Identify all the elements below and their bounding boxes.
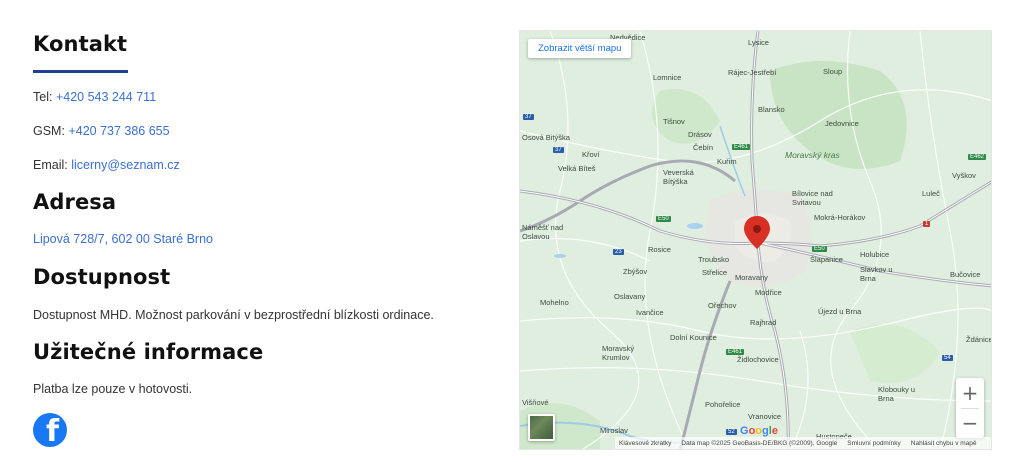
road-shield: E50: [812, 246, 827, 252]
gsm-link[interactable]: +420 737 386 655: [68, 124, 169, 138]
map-place: Jedovnice: [825, 119, 859, 128]
map-place: Moravany: [735, 273, 768, 282]
report-error-link[interactable]: Nahlásit chybu v mapě: [911, 440, 977, 447]
zoom-controls: + −: [956, 378, 984, 438]
map-place: Náměšť nad Oslavou: [522, 223, 564, 241]
zoom-out-button[interactable]: −: [956, 408, 984, 438]
map-footer: Klávesové zkratky Data map ©2025 GeoBasi…: [615, 437, 991, 449]
map-place: Lulеč: [922, 189, 940, 198]
dostupnost-text: Dostupnost MHD. Možnost parkování v bezp…: [33, 308, 434, 322]
road-shield: 1: [923, 221, 931, 227]
map-place: Rosice: [648, 245, 671, 254]
facebook-icon[interactable]: f: [33, 413, 67, 447]
map-data-attribution: Data map ©2025 GeoBasis-DE/BKG (©2009), …: [681, 439, 838, 447]
map-place: Slavkov u Brna: [860, 265, 893, 283]
map-place: Osová Bitýška: [522, 133, 570, 142]
map-place: Tišnov: [663, 117, 685, 126]
google-logo: Google: [740, 425, 778, 437]
road-shield: 23: [613, 249, 624, 255]
map-place: Rajhrad: [750, 318, 777, 327]
address-link[interactable]: Lipová 728/7, 602 00 Staré Brno: [33, 232, 213, 246]
map-place: Veverská Bítýška: [663, 168, 694, 186]
email-label: Email:: [33, 158, 68, 172]
google-letter: g: [762, 425, 769, 437]
map-place: Lysice: [748, 38, 769, 47]
uzitecne-heading: Užitečné informace: [33, 340, 264, 364]
map-place: Ořechov: [708, 301, 737, 310]
google-map[interactable]: Nedvědice Lysice Rájec-Jestřebí Sloup Lo…: [519, 30, 992, 450]
map-place: Kuřim: [717, 157, 737, 166]
map-place: Bílovice nad Svitavou: [792, 189, 833, 207]
facebook-glyph: f: [45, 414, 60, 447]
uzitecne-text: Platba lze pouze v hotovosti.: [33, 382, 193, 396]
road-shield: E461: [732, 144, 751, 150]
map-place: Střelice: [702, 268, 728, 277]
map-place: Vranovice: [748, 412, 782, 421]
kontakt-heading: Kontakt: [33, 32, 128, 56]
keyboard-shortcuts-link[interactable]: Klávesové zkratky: [619, 440, 671, 447]
google-letter: G: [740, 425, 749, 437]
zoom-in-button[interactable]: +: [956, 378, 984, 408]
map-place: Židlochovice: [737, 355, 779, 364]
map-place: Vyškov: [952, 171, 976, 180]
map-place: Šlapanice: [810, 255, 843, 264]
email-link[interactable]: licerny@seznam.cz: [71, 158, 180, 172]
map-place: Sloup: [823, 67, 843, 76]
map-place: Křoví: [582, 150, 600, 159]
zoom-divider: [961, 408, 979, 409]
map-place: Moravský kras: [785, 150, 840, 160]
map-place: Klobouky u Brna: [878, 385, 916, 403]
map-place: Mohelno: [540, 298, 569, 307]
road-shield: E50: [656, 216, 671, 222]
road-shield: 52: [726, 429, 737, 435]
map-place: Holubice: [860, 250, 890, 259]
map-place: Bučovice: [950, 270, 981, 279]
google-letter: e: [771, 425, 778, 437]
map-place: Troubsko: [698, 255, 729, 264]
road-shield: 54: [942, 355, 953, 361]
map-place: Rájec-Jestřebí: [728, 68, 777, 77]
dostupnost-heading: Dostupnost: [33, 265, 171, 289]
road-shield: E461: [726, 349, 745, 355]
map-place: Pohořelice: [705, 400, 741, 409]
bigger-map-button[interactable]: Zobrazit větší mapu: [528, 39, 632, 58]
map-place: Ivančice: [636, 308, 664, 317]
map-place: Čebín: [693, 143, 714, 152]
tel-label: Tel:: [33, 90, 53, 104]
map-place: Velká Bíteš: [558, 164, 596, 173]
tel-link[interactable]: +420 543 244 711: [56, 90, 156, 104]
tel-row: Tel: +420 543 244 711: [33, 90, 156, 104]
email-row: Email: licerny@seznam.cz: [33, 158, 180, 172]
map-place: Drásov: [688, 130, 712, 139]
map-place: Újezd u Brna: [818, 307, 862, 316]
map-place: Oslavany: [614, 292, 646, 301]
road-shield: 37: [523, 114, 534, 120]
gsm-row: GSM: +420 737 386 655: [33, 124, 170, 138]
map-place: Miroslav: [600, 426, 628, 435]
map-place: Dolní Kounice: [670, 333, 717, 342]
terms-link[interactable]: Smluvní podmínky: [847, 440, 900, 447]
map-place: Mokrá-Horákov: [814, 213, 866, 222]
road-shield: 37: [553, 147, 564, 153]
gsm-label: GSM:: [33, 124, 65, 138]
map-place: Lomnice: [653, 73, 682, 82]
adresa-heading: Adresa: [33, 190, 117, 214]
map-place: Ždánice: [966, 335, 992, 344]
road-shield: E462: [968, 154, 987, 160]
address-row: Lipová 728/7, 602 00 Staré Brno: [33, 232, 213, 246]
heading-underline: [33, 70, 128, 73]
map-layer-toggle[interactable]: [528, 414, 555, 441]
map-place: Modřice: [755, 288, 782, 297]
map-place: Blansko: [758, 105, 785, 114]
map-place: Moravský Krumlov: [602, 344, 635, 362]
map-place: Višňové: [522, 398, 549, 407]
map-place: Zbýšov: [623, 267, 648, 276]
